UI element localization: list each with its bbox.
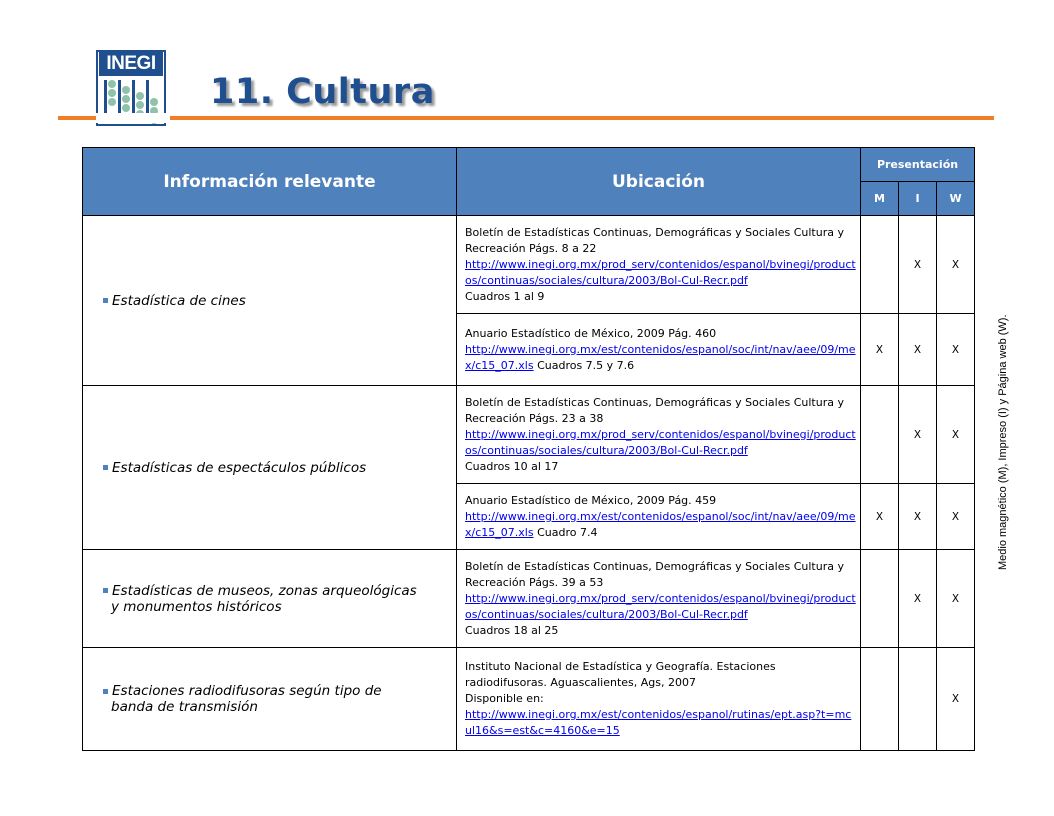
bullet-icon: [103, 588, 108, 593]
topic-label: Estadísticas de museos, zonas arqueológi…: [112, 582, 417, 599]
header-m: M: [860, 181, 899, 216]
header-w: W: [935, 181, 976, 216]
source-text: Boletín de Estadísticas Continuas, Demog…: [465, 225, 844, 255]
available-text: Disponible en:: [465, 692, 544, 705]
location-cell: Instituto Nacional de Estadística y Geog…: [456, 647, 861, 751]
mark-m: [860, 215, 899, 314]
logo-rule-gap: [96, 113, 170, 123]
mark-m: X: [860, 483, 899, 550]
mark-i: X: [898, 215, 937, 314]
mark-w: X: [935, 313, 976, 386]
source-link[interactable]: http://www.inegi.org.mx/prod_serv/conten…: [465, 592, 856, 621]
topic-label: Estadísticas de espectáculos públicos: [112, 459, 367, 476]
bullet-icon: [103, 465, 108, 470]
source-link[interactable]: http://www.inegi.org.mx/prod_serv/conten…: [465, 258, 856, 287]
bullet-icon: [103, 688, 108, 694]
mark-w: X: [935, 215, 976, 314]
side-note: Medio magnético (M), Impreso (I) y Págin…: [997, 314, 1009, 570]
source-text: Boletín de Estadísticas Continuas, Demog…: [465, 395, 844, 425]
tables-text: Cuadros 18 al 25: [465, 623, 559, 637]
topic-label-line2: y monumentos históricos: [111, 598, 282, 615]
mark-m: [860, 647, 899, 751]
table-row: Estadística de cines Boletín de Estadíst…: [82, 215, 976, 386]
source-text: Instituto Nacional de Estadística y Geog…: [465, 660, 776, 689]
bullet-icon: [103, 298, 108, 303]
topic-cell: Estadísticas de museos, zonas arqueológi…: [82, 549, 457, 648]
source-text: Anuario Estadístico de México, 2009 Pág.…: [465, 493, 717, 507]
source-link[interactable]: http://www.inegi.org.mx/est/contenidos/e…: [465, 343, 856, 372]
mark-w: X: [935, 647, 976, 751]
mark-i: X: [898, 549, 937, 648]
table-row: Estaciones radiodifusoras según tipo de …: [82, 647, 976, 751]
source-link[interactable]: http://www.inegi.org.mx/est/contenidos/e…: [465, 708, 851, 737]
location-cell: Anuario Estadístico de México, 2009 Pág.…: [456, 313, 861, 386]
mark-m: X: [860, 313, 899, 386]
source-link[interactable]: http://www.inegi.org.mx/prod_serv/conten…: [465, 428, 856, 457]
header-location: Ubicación: [456, 147, 861, 216]
mark-w: X: [935, 385, 976, 484]
mark-i: [898, 647, 937, 751]
source-text: Boletín de Estadísticas Continuas, Demog…: [465, 559, 844, 589]
topic-cell: Estadísticas de espectáculos públicos: [82, 385, 457, 550]
location-cell: Boletín de Estadísticas Continuas, Demog…: [456, 215, 861, 314]
source-text: Anuario Estadístico de México, 2009 Pág.…: [465, 326, 717, 340]
topic-label: Estadística de cines: [112, 292, 246, 309]
side-note-text: Medio magnético (M), Impreso (I) y Págin…: [997, 314, 1009, 570]
header-i: I: [898, 181, 937, 216]
topic-label: Estaciones radiodifusoras según tipo de: [112, 683, 382, 699]
header-info: Información relevante: [82, 147, 457, 216]
mark-i: X: [898, 313, 937, 386]
location-cell: Boletín de Estadísticas Continuas, Demog…: [456, 549, 861, 648]
page-title: 11. Cultura: [210, 72, 435, 112]
topic-label-line2: banda de transmisión: [111, 699, 258, 715]
source-link[interactable]: http://www.inegi.org.mx/est/contenidos/e…: [465, 510, 856, 539]
logo-text: INEGI: [99, 52, 163, 76]
tables-text: Cuadros 10 al 17: [465, 459, 559, 473]
table-row: Estadísticas de espectáculos públicos Bo…: [82, 385, 976, 550]
title-divider: [58, 116, 994, 120]
topic-cell: Estaciones radiodifusoras según tipo de …: [82, 647, 457, 751]
topic-cell: Estadística de cines: [82, 215, 457, 386]
mark-w: X: [935, 549, 976, 648]
table-row: Estadísticas de museos, zonas arqueológi…: [82, 549, 976, 648]
mark-i: X: [898, 483, 937, 550]
tables-text: Cuadros 1 al 9: [465, 289, 545, 303]
mark-w: X: [935, 483, 976, 550]
tables-text: Cuadro 7.4: [537, 525, 598, 539]
info-table: Información relevante Ubicación Presenta…: [82, 147, 976, 751]
location-cell: Anuario Estadístico de México, 2009 Pág.…: [456, 483, 861, 550]
location-cell: Boletín de Estadísticas Continuas, Demog…: [456, 385, 861, 484]
mark-m: [860, 549, 899, 648]
mark-m: [860, 385, 899, 484]
mark-i: X: [898, 385, 937, 484]
tables-text: Cuadros 7.5 y 7.6: [537, 358, 635, 372]
header-presentation: Presentación: [859, 147, 976, 182]
